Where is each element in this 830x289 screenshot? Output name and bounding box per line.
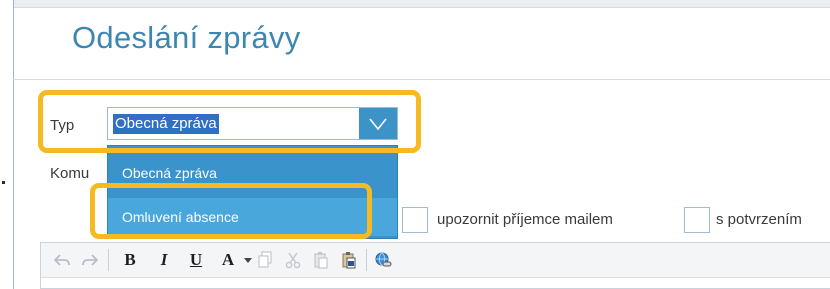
left-marker (2, 181, 5, 184)
notify-recipient-label: upozornit příjemce mailem (437, 211, 613, 228)
komu-label: Komu (50, 165, 90, 182)
copy-icon[interactable] (253, 248, 277, 272)
toolbar-separator (366, 249, 367, 271)
paste-icon[interactable] (309, 248, 333, 272)
undo-icon[interactable] (49, 248, 75, 272)
message-editor: B I U A (40, 242, 830, 289)
send-message-window: Odeslání zprávy Typ Obecná zpráva Komu O… (0, 0, 830, 289)
panel-left-border (13, 0, 14, 289)
redo-icon[interactable] (77, 248, 103, 272)
highlight-typ-field (38, 90, 421, 153)
paste-word-icon[interactable] (337, 248, 361, 272)
page-title: Odeslání zprávy (72, 20, 301, 55)
toolbar-separator (108, 249, 109, 271)
cut-icon[interactable] (281, 248, 305, 272)
confirmation-checkbox[interactable] (684, 207, 710, 233)
font-color-button[interactable]: A (217, 248, 239, 272)
window-top-bar (13, 0, 830, 8)
title-divider (13, 79, 830, 80)
editor-toolbar: B I U A (41, 243, 830, 278)
underline-button[interactable]: U (185, 248, 207, 272)
highlight-omluveni-absence (90, 183, 372, 239)
bold-button[interactable]: B (119, 248, 141, 272)
link-icon[interactable] (371, 248, 395, 272)
italic-button[interactable]: I (153, 248, 175, 272)
confirmation-label: s potvrzením (716, 211, 802, 228)
notify-recipient-checkbox[interactable] (402, 207, 428, 233)
